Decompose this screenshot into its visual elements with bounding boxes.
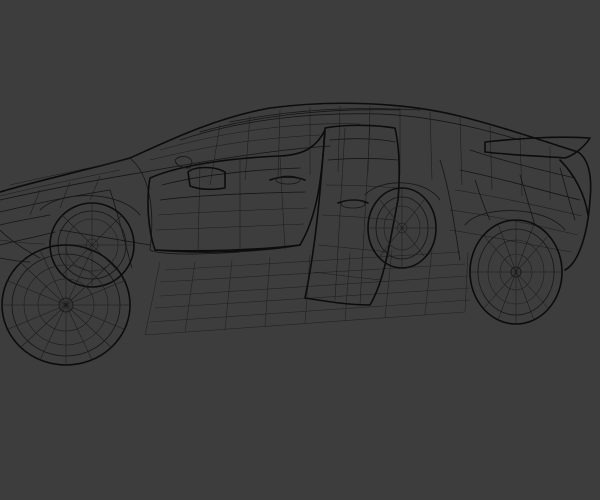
3d-viewport[interactable]: [0, 0, 600, 500]
wheel-arches: [39, 182, 566, 231]
wheel-rear-near: [469, 219, 563, 325]
wheel-rear-far: [367, 187, 437, 269]
wheel-front-near: [1, 244, 131, 366]
car-wireframe-model[interactable]: [0, 0, 600, 500]
rear-spoiler: [439, 136, 591, 261]
floor-grid: [144, 249, 471, 336]
open-rear-door: [304, 124, 401, 306]
open-front-door: [147, 129, 326, 253]
